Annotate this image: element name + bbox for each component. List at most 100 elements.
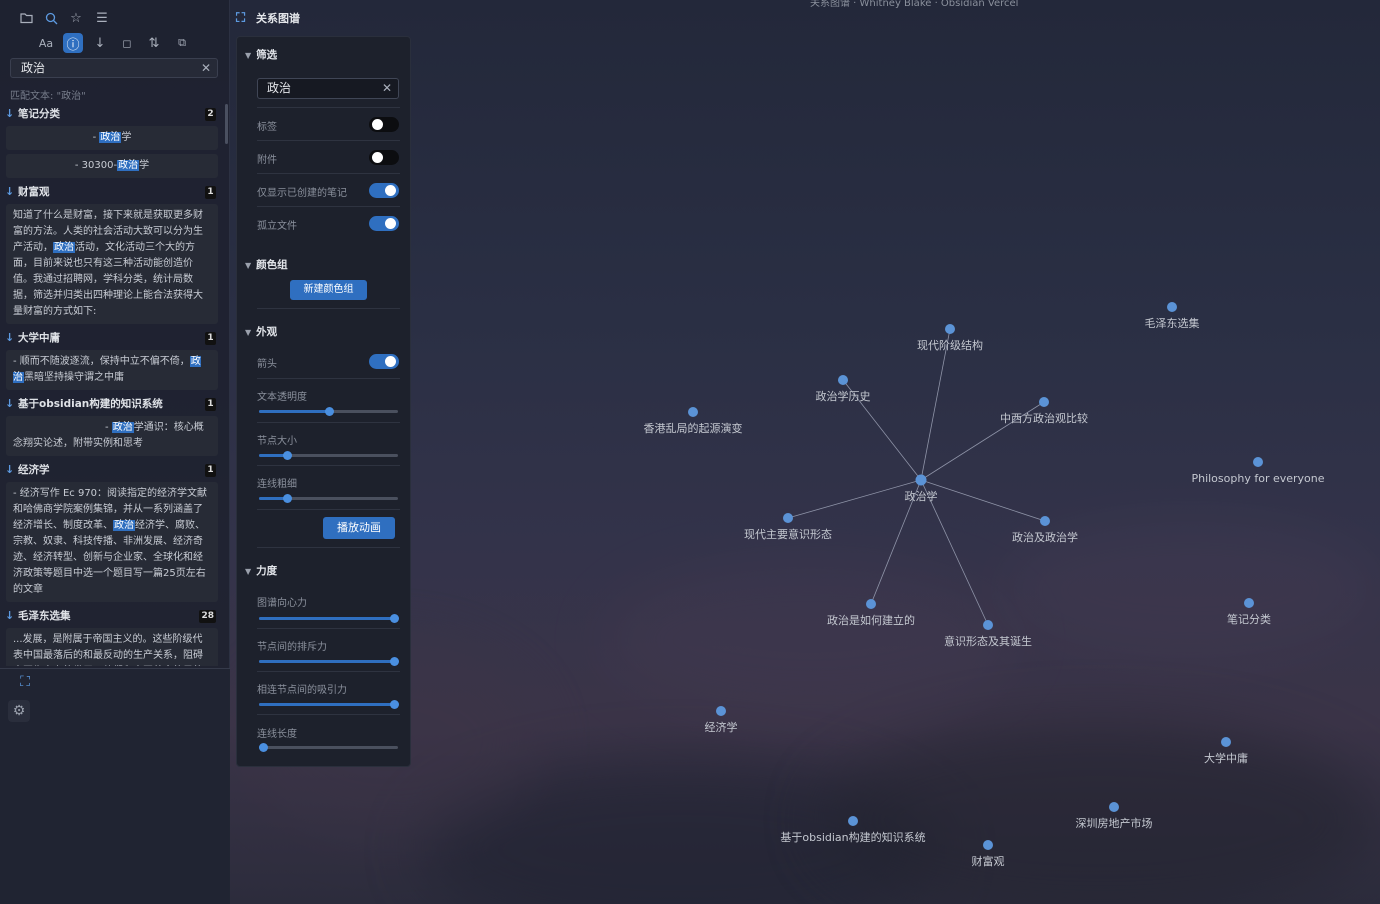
result-group-header[interactable]: ↓ 财富观 1 [0, 182, 224, 202]
orphans-toggle[interactable] [369, 216, 399, 231]
graph-node-label: 政治学历史 [816, 389, 871, 403]
list-icon[interactable]: ☰ [92, 8, 112, 28]
graph-node[interactable]: Philosophy for everyone [1191, 457, 1325, 485]
search-icon[interactable] [41, 8, 61, 28]
result-match-card[interactable]: - 经济写作 Ec 970：阅读指定的经济学文献和哈佛商学院案例集锦，并从一系列… [6, 482, 218, 602]
graph-node[interactable]: 现代主要意识形态 [744, 513, 832, 541]
graph-node-dot[interactable] [688, 407, 698, 417]
graph-view-icon[interactable]: ⛶ [14, 674, 36, 694]
graph-node[interactable]: 意识形态及其诞生 [944, 620, 1032, 648]
graph-node-dot[interactable] [1221, 737, 1231, 747]
graph-node-dot[interactable] [1109, 802, 1119, 812]
result-group-header[interactable]: ↓ 经济学 1 [0, 460, 224, 480]
node-size-slider[interactable] [259, 451, 398, 460]
graph-node[interactable]: 经济学 [705, 706, 738, 734]
graph-node[interactable]: 深圳房地产市场 [1076, 802, 1153, 830]
link-thickness-slider[interactable] [259, 494, 398, 503]
graph-node-dot[interactable] [1253, 457, 1263, 467]
graph-node-dot[interactable] [983, 620, 993, 630]
result-match-card[interactable]: - 顺而不随波逐流，保持中立不偏不倚，政治黑暗坚持操守谓之中庸 [6, 350, 218, 390]
collapse-arrow-icon[interactable]: ↓ [5, 460, 14, 480]
clear-filter-icon[interactable]: ✕ [382, 79, 392, 98]
result-match-card[interactable]: 知道了什么是财富，接下来就是获取更多财富的方法。人类的社会活动大致可以分为生产活… [6, 204, 218, 324]
collapse-icon[interactable]: ↓ [90, 33, 110, 53]
match-count-badge: 1 [205, 186, 216, 199]
filter-search-input[interactable]: 政治 ✕ [257, 78, 399, 99]
graph-node-dot[interactable] [783, 513, 793, 523]
graph-node-dot[interactable] [1040, 516, 1050, 526]
result-group-title: 毛泽东选集 [18, 610, 71, 622]
search-results: ↓ 笔记分类 2- 政治学 - 30300-政治学 ↓ 财富观 1 知道了什么是财富，接下来就… [0, 104, 224, 666]
graph-node-label: 香港乱局的起源演变 [644, 421, 743, 435]
graph-node-dot[interactable] [838, 375, 848, 385]
graph-node-dot[interactable] [1167, 302, 1177, 312]
graph-node-dot[interactable] [1244, 598, 1254, 608]
result-group-header[interactable]: ↓ 毛泽东选集 28 [0, 606, 224, 626]
result-match-card[interactable]: - 政治学 [6, 126, 218, 150]
graph-node[interactable]: 财富观 [972, 840, 1005, 868]
result-group-header[interactable]: ↓ 大学中庸 1 [0, 328, 224, 348]
link-distance-label: 连线长度 [257, 729, 297, 740]
clear-search-icon[interactable]: ✕ [201, 59, 211, 77]
graph-node-dot[interactable] [848, 816, 858, 826]
graph-node[interactable]: 政治是如何建立的 [827, 599, 915, 627]
result-group-header[interactable]: ↓ 笔记分类 2 [0, 104, 224, 124]
result-group-header[interactable]: ↓ 基于obsidian构建的知识系统 1 [0, 394, 224, 414]
graph-node-dot[interactable] [945, 324, 955, 334]
tags-toggle[interactable] [369, 117, 399, 132]
graph-node-dot[interactable] [915, 474, 927, 486]
result-match-card[interactable]: - 政治学通识：核心概念翔实论述，附带实例和思考 [6, 416, 218, 456]
orphans-label: 孤立文件 [257, 221, 297, 232]
repel-force-slider[interactable] [259, 657, 399, 666]
graph-node[interactable]: 基于obsidian构建的知识系统 [780, 816, 926, 844]
match-count-badge: 28 [199, 610, 216, 623]
context-icon[interactable]: ◻ [117, 33, 137, 53]
star-icon[interactable]: ☆ [66, 8, 86, 28]
graph-node[interactable]: 中西方政治观比较 [1000, 397, 1088, 425]
link-distance-slider[interactable] [259, 743, 398, 752]
graph-node-dot[interactable] [1039, 397, 1049, 407]
graph-node-label: 笔记分类 [1227, 612, 1271, 626]
collapse-arrow-icon[interactable]: ↓ [5, 182, 14, 202]
results-scrollbar[interactable] [225, 104, 228, 144]
graph-node-dot[interactable] [983, 840, 993, 850]
collapse-arrow-icon[interactable]: ↓ [5, 394, 14, 414]
graph-node[interactable]: 政治及政治学 [1012, 516, 1078, 544]
link-force-slider[interactable] [259, 700, 399, 709]
match-highlight: 政治 [111, 422, 134, 433]
graph-node[interactable]: 毛泽东选集 [1145, 302, 1200, 330]
new-group-button[interactable]: 新建颜色组 [290, 280, 367, 300]
settings-gear-icon[interactable]: ⚙ [8, 700, 30, 722]
animate-button[interactable]: 播放动画 [323, 517, 395, 539]
filter-section-header[interactable]: ▼ 筛选 [245, 47, 277, 62]
graph-node[interactable]: 笔记分类 [1227, 598, 1271, 626]
graph-node[interactable]: 香港乱局的起源演变 [644, 407, 743, 435]
copy-icon[interactable]: ⧉ [172, 33, 192, 53]
folder-icon[interactable] [16, 8, 36, 28]
graph-node[interactable]: 现代阶级结构 [917, 324, 983, 352]
search-input[interactable]: 政治 ✕ [10, 58, 218, 78]
result-match-card[interactable]: ...发展，是附属于帝国主义的。这些阶级代表中国最落后的和最反动的生产关系，阻碍… [6, 628, 218, 666]
collapse-arrow-icon[interactable]: ↓ [5, 328, 14, 348]
graph-node[interactable]: 大学中庸 [1204, 737, 1248, 765]
graph-node[interactable]: 政治学历史 [816, 375, 871, 403]
text-fade-slider[interactable] [259, 407, 398, 416]
graph-node-dot[interactable] [716, 706, 726, 716]
match-case-icon[interactable]: Aa [36, 33, 56, 53]
groups-section-header[interactable]: ▼ 颜色组 [245, 257, 288, 272]
center-force-slider[interactable] [259, 614, 399, 623]
existing-only-toggle[interactable] [369, 183, 399, 198]
arrows-toggle[interactable] [369, 354, 399, 369]
forces-section-header[interactable]: ▼ 力度 [245, 563, 277, 578]
display-section-header[interactable]: ▼ 外观 [245, 324, 277, 339]
graph-node-dot[interactable] [866, 599, 876, 609]
sort-icon[interactable]: ⇅ [144, 33, 164, 53]
collapse-arrow-icon[interactable]: ↓ [5, 606, 14, 626]
result-match-card[interactable]: - 30300-政治学 [6, 154, 218, 178]
result-group-title: 笔记分类 [18, 108, 60, 120]
graph-node[interactable]: 政治学 [905, 474, 938, 504]
match-text-fragment: 黑暗坚持操守谓之中庸 [24, 372, 124, 383]
collapse-arrow-icon[interactable]: ↓ [5, 104, 14, 124]
attachments-toggle[interactable] [369, 150, 399, 165]
explain-icon[interactable]: ⓘ [63, 33, 83, 53]
